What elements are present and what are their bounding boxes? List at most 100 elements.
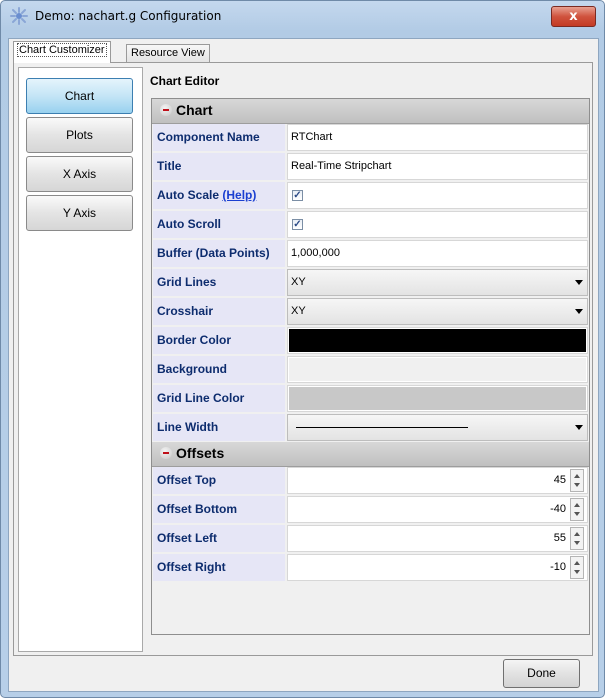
row-offset-bottom: Offset Bottom -40 xyxy=(152,495,589,524)
border-color-picker[interactable] xyxy=(287,327,588,354)
collapse-icon[interactable] xyxy=(160,447,172,459)
property-grid: Chart Component Name RTChart Title Real-… xyxy=(151,98,590,635)
sidebar-item-chart[interactable]: Chart xyxy=(26,78,133,114)
row-border-color: Border Color xyxy=(152,326,589,355)
property-label: Auto Scroll xyxy=(153,211,285,238)
property-label: Background xyxy=(153,356,285,383)
row-grid-lines: Grid Lines XY xyxy=(152,268,589,297)
offset-top-spinner[interactable]: 45 xyxy=(287,467,588,494)
row-offset-top: Offset Top 45 xyxy=(152,466,589,495)
grid-line-color-picker[interactable] xyxy=(287,385,588,412)
section-header-chart[interactable]: Chart xyxy=(152,99,589,124)
spinner-arrows[interactable] xyxy=(570,556,584,579)
spinner-value: 45 xyxy=(553,474,566,486)
auto-scale-cell: ✓ xyxy=(287,182,588,209)
spinner-value: -40 xyxy=(550,503,566,515)
border-color-swatch[interactable] xyxy=(289,329,586,352)
buffer-field[interactable]: 1,000,000 xyxy=(287,240,588,267)
property-label: Offset Left xyxy=(153,525,285,552)
title-bar[interactable]: Demo: nachart.g Configuration x xyxy=(1,1,604,31)
property-label: Border Color xyxy=(153,327,285,354)
sidebar-item-label: Plots xyxy=(66,128,93,142)
auto-scale-checkbox[interactable]: ✓ xyxy=(292,190,303,201)
chevron-down-icon[interactable] xyxy=(575,280,583,285)
editor-title: Chart Editor xyxy=(150,74,220,88)
row-buffer: Buffer (Data Points) 1,000,000 xyxy=(152,239,589,268)
config-window: Demo: nachart.g Configuration x Chart Cu… xyxy=(0,0,605,698)
spinner-value: 55 xyxy=(553,532,566,544)
section-label: Offsets xyxy=(176,445,225,461)
done-button[interactable]: Done xyxy=(503,659,580,688)
row-offset-right: Offset Right -10 xyxy=(152,553,589,582)
sidebar-item-plots[interactable]: Plots xyxy=(26,117,133,153)
property-label: Component Name xyxy=(153,124,285,151)
property-label: Offset Bottom xyxy=(153,496,285,523)
chevron-down-icon[interactable] xyxy=(575,309,583,314)
sidebar-item-y-axis[interactable]: Y Axis xyxy=(26,195,133,231)
close-icon: x xyxy=(569,9,578,24)
title-field[interactable]: Real-Time Stripchart xyxy=(287,153,588,180)
row-auto-scale: Auto Scale (Help) ✓ xyxy=(152,181,589,210)
background-color-swatch[interactable] xyxy=(289,358,586,381)
done-label: Done xyxy=(527,666,556,680)
offset-bottom-spinner[interactable]: -40 xyxy=(287,496,588,523)
spin-down-icon[interactable] xyxy=(574,570,580,574)
app-icon xyxy=(10,7,28,25)
property-label: Grid Lines xyxy=(153,269,285,296)
row-background: Background xyxy=(152,355,589,384)
auto-scroll-checkbox[interactable]: ✓ xyxy=(292,219,303,230)
auto-scroll-cell: ✓ xyxy=(287,211,588,238)
spinner-arrows[interactable] xyxy=(570,469,584,492)
line-width-sample xyxy=(296,427,468,428)
dialog-client: Chart Customizer Resource View Chart Plo… xyxy=(8,38,599,692)
spinner-value: -10 xyxy=(550,561,566,573)
section-label: Chart xyxy=(176,102,213,118)
background-color-picker[interactable] xyxy=(287,356,588,383)
property-label: Crosshair xyxy=(153,298,285,325)
property-label: Line Width xyxy=(153,414,285,441)
tab-label: Resource View xyxy=(131,47,205,59)
spin-up-icon[interactable] xyxy=(574,561,580,565)
property-label: Offset Top xyxy=(153,467,285,494)
tab-chart-customizer[interactable]: Chart Customizer xyxy=(13,41,111,63)
tab-content: Chart Plots X Axis Y Axis Chart Editor C… xyxy=(13,62,593,656)
property-label: Grid Line Color xyxy=(153,385,285,412)
spin-down-icon[interactable] xyxy=(574,541,580,545)
spin-up-icon[interactable] xyxy=(574,532,580,536)
row-title: Title Real-Time Stripchart xyxy=(152,152,589,181)
row-line-width: Line Width xyxy=(152,413,589,442)
row-component-name: Component Name RTChart xyxy=(152,123,589,152)
row-crosshair: Crosshair XY xyxy=(152,297,589,326)
collapse-icon[interactable] xyxy=(160,104,172,116)
property-label: Offset Right xyxy=(153,554,285,581)
property-label: Auto Scale (Help) xyxy=(153,182,285,209)
row-auto-scroll: Auto Scroll ✓ xyxy=(152,210,589,239)
sidebar-item-label: Chart xyxy=(64,89,95,103)
help-link[interactable]: (Help) xyxy=(222,188,256,202)
close-button[interactable]: x xyxy=(551,6,596,27)
section-header-offsets[interactable]: Offsets xyxy=(152,442,589,467)
spin-up-icon[interactable] xyxy=(574,503,580,507)
property-label: Buffer (Data Points) xyxy=(153,240,285,267)
sidebar-item-x-axis[interactable]: X Axis xyxy=(26,156,133,192)
offset-right-spinner[interactable]: -10 xyxy=(287,554,588,581)
spin-up-icon[interactable] xyxy=(574,474,580,478)
spin-down-icon[interactable] xyxy=(574,512,580,516)
row-offset-left: Offset Left 55 xyxy=(152,524,589,553)
chevron-down-icon[interactable] xyxy=(575,425,583,430)
line-width-dropdown[interactable] xyxy=(287,414,588,441)
crosshair-dropdown[interactable]: XY xyxy=(287,298,588,325)
sidebar: Chart Plots X Axis Y Axis xyxy=(18,67,143,652)
tab-resource-view[interactable]: Resource View xyxy=(126,44,210,63)
sidebar-item-label: Y Axis xyxy=(62,206,97,220)
grid-lines-dropdown[interactable]: XY xyxy=(287,269,588,296)
grid-line-color-swatch[interactable] xyxy=(289,387,586,410)
offset-left-spinner[interactable]: 55 xyxy=(287,525,588,552)
spinner-arrows[interactable] xyxy=(570,527,584,550)
window-title: Demo: nachart.g Configuration xyxy=(35,9,222,23)
spin-down-icon[interactable] xyxy=(574,483,580,487)
spinner-arrows[interactable] xyxy=(570,498,584,521)
sidebar-item-label: X Axis xyxy=(62,167,97,181)
component-name-field[interactable]: RTChart xyxy=(287,124,588,151)
dropdown-value: XY xyxy=(291,276,306,288)
